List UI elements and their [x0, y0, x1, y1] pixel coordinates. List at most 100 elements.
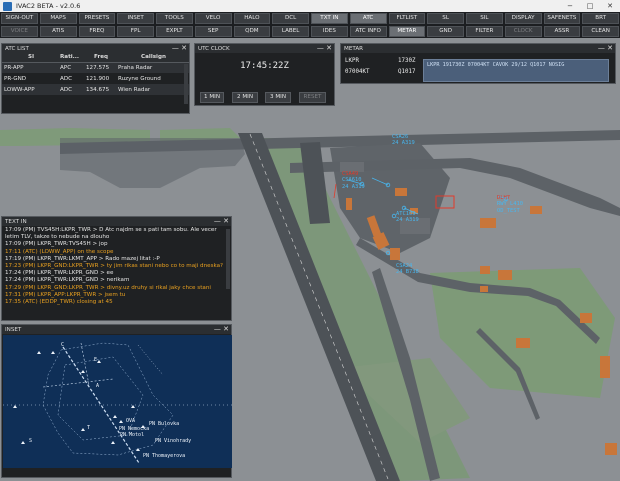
halo-button[interactable]: HALO: [233, 13, 271, 24]
metar-station: LKPR: [345, 58, 359, 64]
metar-wind: 07004KT: [345, 69, 370, 75]
display-button[interactable]: DISPLAY: [504, 13, 542, 24]
two-minute-button[interactable]: 2 MIN: [232, 92, 258, 103]
atc-info-button[interactable]: ATC INFO: [349, 26, 387, 37]
brt-button[interactable]: BRT: [582, 13, 619, 24]
atc-rating: APC: [58, 62, 84, 73]
sep-button[interactable]: SEP: [194, 26, 232, 37]
fltlist-button[interactable]: FLTLIST: [388, 13, 426, 24]
atc-list-header[interactable]: ATC LIST — ✕: [2, 44, 189, 53]
safenets-button[interactable]: SAFENETS: [543, 13, 581, 24]
atc-button[interactable]: ATC: [349, 13, 387, 24]
inset-label: S: [29, 438, 33, 444]
atc-list-window: ATC LIST — ✕ SI Rati... Freq Callsign PR…: [1, 43, 190, 114]
aircraft-label[interactable]: CSA26 24 A319: [392, 134, 415, 147]
window-title: ATC LIST: [5, 45, 29, 52]
atc-callsign: Wien Radar: [116, 84, 189, 95]
txt-in-button[interactable]: TXT IN: [311, 13, 348, 24]
metar-button[interactable]: METAR: [388, 26, 426, 37]
aircraft-label[interactable]: DLH7 RWY L410 OD_TEST: [497, 195, 523, 214]
one-minute-button[interactable]: 1 MIN: [200, 92, 224, 103]
metar-row: LKPR: [345, 58, 359, 64]
inset-window: INSET — ✕ C S T A E OVA PN Bulovka PN Ne: [1, 324, 232, 478]
gnd-button[interactable]: GND: [427, 26, 464, 37]
inset-label: T: [87, 425, 91, 431]
window-title: TEXT IN: [5, 218, 27, 225]
atc-si: PR-GND: [4, 75, 27, 82]
utc-clock-close-icon[interactable]: — ✕: [317, 44, 332, 53]
atc-rating: ADC: [60, 75, 73, 82]
clean-button[interactable]: CLEAN: [582, 26, 619, 37]
sil-button[interactable]: SIL: [466, 13, 503, 24]
table-row[interactable]: PR-APP APC 127.575 Praha Radar: [2, 62, 189, 73]
window-title: METAR: [344, 45, 364, 52]
explt-button[interactable]: EXPLT: [156, 26, 193, 37]
metar-text-field[interactable]: LKPR 191730Z 07004KT CAVOK 29/12 Q1017 N…: [423, 59, 609, 82]
column-header[interactable]: Freq: [84, 53, 116, 63]
text-in-window: TEXT IN — ✕ 17:09 (PM) TVS45H:LKPR_TWR >…: [1, 216, 232, 321]
column-header[interactable]: Callsign: [116, 53, 189, 63]
aircraft-label[interactable]: CSA24 24 B738: [396, 263, 419, 276]
message-line: 17:35 (ATC) (EDDP_TWR) closing at 45: [5, 299, 113, 306]
app-logo-icon: [3, 1, 12, 11]
tools-button[interactable]: TOOLS: [156, 13, 193, 24]
aircraft-label[interactable]: CSA49 CSA610 24 A319: [342, 171, 365, 190]
freq-button[interactable]: FREQ: [78, 26, 116, 37]
sl-button[interactable]: SL: [427, 13, 464, 24]
presets-button[interactable]: PRESETS: [78, 13, 116, 24]
text-in-close-icon[interactable]: — ✕: [214, 217, 229, 226]
assr-button[interactable]: ASSR: [543, 26, 581, 37]
table-row[interactable]: PR-GND ADC 121.900 Ruzyne Ground: [2, 73, 189, 84]
dcl-button[interactable]: DCL: [272, 13, 309, 24]
utc-clock-header[interactable]: UTC CLOCK — ✕: [195, 44, 334, 53]
atc-list-close-icon[interactable]: — ✕: [172, 44, 187, 53]
table-row[interactable]: LOWW-APP ADC 134.675 Wien Radar: [2, 84, 189, 95]
velo-button[interactable]: VELO: [194, 13, 232, 24]
inset-close-icon[interactable]: — ✕: [214, 325, 229, 334]
fpl-button[interactable]: FPL: [117, 26, 154, 37]
metar-window: METAR — ✕ LKPR 1730Z 07004KT Q1017 LKPR …: [340, 43, 616, 84]
minimize-button[interactable]: −: [560, 0, 580, 12]
inset-button[interactable]: INSET: [117, 13, 154, 24]
column-header[interactable]: Rati...: [58, 53, 84, 63]
reset-button[interactable]: RESET: [299, 92, 326, 103]
window-title: UTC CLOCK: [198, 45, 230, 52]
message-line: 17:23 (PM) LKPR_GND:LKPR_TWR > ty jim ri…: [5, 263, 224, 270]
column-header[interactable]: SI: [2, 53, 58, 63]
metar-close-icon[interactable]: — ✕: [598, 44, 613, 53]
voice-button[interactable]: VOICE: [1, 26, 38, 37]
inset-geometry: [3, 342, 232, 464]
toolbar-row-2: VOICE ATIS FREQ FPL EXPLT SEP QDM LABEL IDES ATC …: [0, 25, 620, 38]
atc-si: LOWW-APP: [2, 84, 58, 95]
inset-label: PN Bulovka: [149, 421, 180, 427]
text-in-header[interactable]: TEXT IN — ✕: [2, 217, 231, 226]
label-button[interactable]: LABEL: [272, 26, 309, 37]
sign-out-button[interactable]: SIGN-OUT: [1, 13, 38, 24]
inset-label: E: [94, 357, 98, 363]
scrollbar[interactable]: [184, 64, 188, 104]
atc-freq: 121.900: [86, 75, 110, 82]
close-button[interactable]: ✕: [600, 0, 620, 12]
maps-button[interactable]: MAPS: [39, 13, 77, 24]
title-bar: IVAC2 BETA - v2.0.6 − □ ✕: [0, 0, 620, 12]
message-line: 17:09 (PM) TVS45H:LKPR_TWR > D Atc najdm…: [5, 227, 217, 233]
scrollbar[interactable]: [226, 229, 230, 289]
metar-header[interactable]: METAR — ✕: [341, 44, 615, 53]
maximize-button[interactable]: □: [580, 0, 600, 12]
message-log[interactable]: 17:09 (PM) TVS45H:LKPR_TWR > D Atc najdm…: [2, 226, 231, 306]
aircraft-label[interactable]: ATC109 24 A319: [396, 211, 419, 224]
inset-map[interactable]: C S T A E OVA PN Bulovka PN Nemocka PN M…: [3, 335, 232, 468]
utc-clock-window: UTC CLOCK — ✕ 17:45:22Z 1 MIN 2 MIN 3 MI…: [194, 43, 335, 106]
inset-label: C: [61, 342, 65, 348]
ides-button[interactable]: IDES: [311, 26, 348, 37]
alert-marker: [333, 183, 337, 199]
message-line: 17:24 (PM) LKPR_TWR:LKPR_GND > ee: [5, 270, 114, 277]
clock-button[interactable]: CLOCK: [504, 26, 542, 37]
inset-label: PN Vinohrady: [155, 438, 192, 444]
qdm-button[interactable]: QDM: [233, 26, 271, 37]
filter-button[interactable]: FILTER: [466, 26, 503, 37]
atis-button[interactable]: ATIS: [39, 26, 77, 37]
inset-header[interactable]: INSET — ✕: [2, 325, 231, 334]
three-minute-button[interactable]: 3 MIN: [265, 92, 291, 103]
inset-label: OVA: [126, 418, 136, 424]
